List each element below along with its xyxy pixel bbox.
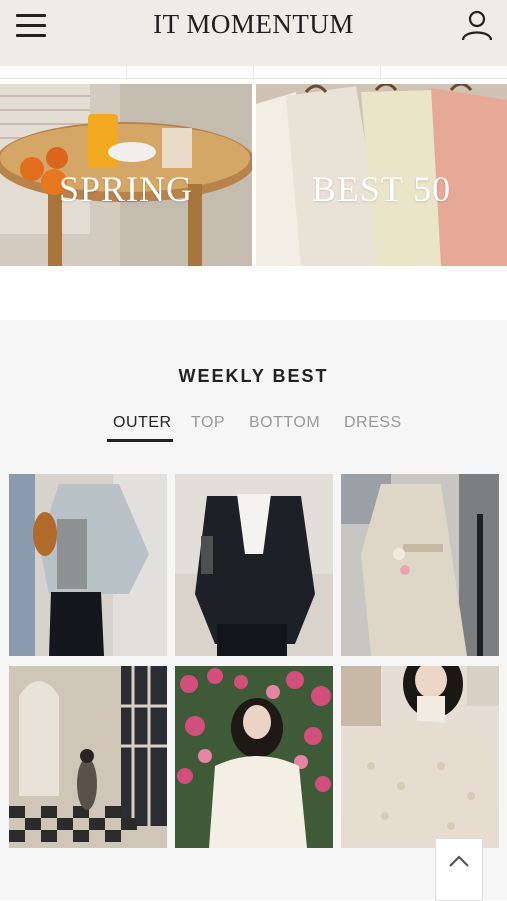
user-account-icon[interactable]: [460, 8, 494, 42]
product-image: [175, 474, 333, 656]
product-tile[interactable]: [9, 666, 167, 848]
product-tile[interactable]: [9, 474, 167, 656]
best-50-banner[interactable]: BEST 50: [256, 84, 507, 266]
product-tile[interactable]: [341, 666, 499, 848]
spring-banner-label: SPRING: [58, 169, 194, 209]
weekly-best-title: WEEKLY BEST: [178, 366, 329, 386]
chevron-up-icon: [449, 855, 469, 867]
product-image: [9, 666, 167, 848]
brand-logo[interactable]: IT MOMENTUM: [0, 9, 507, 40]
product-image: [175, 666, 333, 848]
product-tile[interactable]: [175, 666, 333, 848]
product-tile[interactable]: [341, 474, 499, 656]
tab-outer[interactable]: OUTER: [113, 414, 172, 432]
product-tile[interactable]: [175, 474, 333, 656]
scroll-to-top-button[interactable]: [435, 838, 483, 884]
product-image: [9, 474, 167, 656]
best-50-banner-label: BEST 50: [311, 169, 452, 209]
tab-bottom[interactable]: BOTTOM: [249, 414, 320, 432]
product-image: [341, 666, 499, 848]
category-tabs: OUTER TOP BOTTOM DRESS: [0, 414, 507, 446]
product-image: [341, 474, 499, 656]
active-tab-indicator: [107, 439, 173, 442]
tab-top[interactable]: TOP: [191, 414, 225, 432]
tab-dress[interactable]: DRESS: [344, 414, 402, 432]
scroll-control-extension: [435, 882, 483, 901]
top-header: IT MOMENTUM: [0, 0, 507, 66]
spring-banner[interactable]: SPRING: [0, 84, 252, 266]
sub-navigation-bar: [0, 66, 507, 79]
